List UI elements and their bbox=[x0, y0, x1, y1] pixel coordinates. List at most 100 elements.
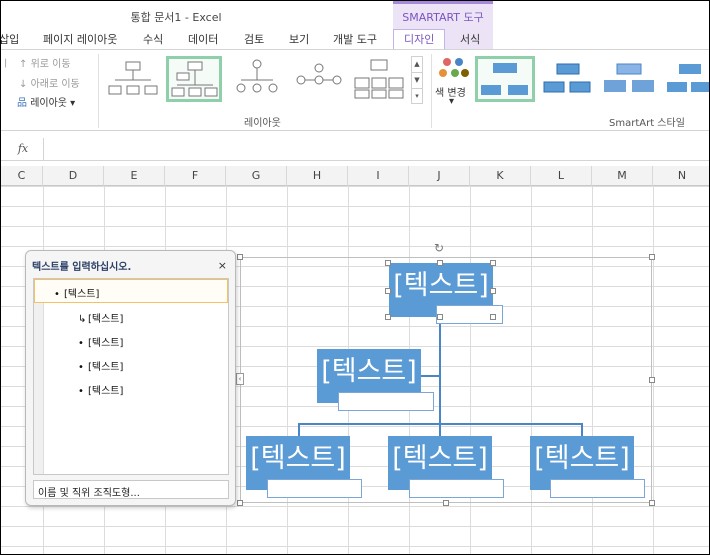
style-thumb-2[interactable] bbox=[539, 56, 595, 102]
indent-arrow-icon: ↳ bbox=[78, 314, 87, 325]
intense-style-icon bbox=[604, 63, 654, 92]
style-thumb-1-selected[interactable] bbox=[475, 56, 535, 102]
list-item[interactable]: ↳ [텍스트] bbox=[78, 310, 123, 325]
layout-thumb-3[interactable] bbox=[229, 56, 285, 102]
column-header[interactable]: N bbox=[653, 166, 709, 186]
resize-handle[interactable] bbox=[490, 260, 496, 266]
resize-handle[interactable] bbox=[237, 254, 243, 260]
tab-page-layout[interactable]: 페이지 레이아웃 bbox=[43, 31, 117, 47]
resize-handle[interactable] bbox=[443, 500, 449, 506]
org-chart-icon: 品 bbox=[17, 98, 31, 109]
connector-line bbox=[298, 423, 300, 437]
ribbon-left-edge: ㅣ bbox=[1, 59, 11, 70]
resize-handle[interactable] bbox=[490, 314, 496, 320]
smartart-tools-label: SMARTART 도구 bbox=[393, 1, 493, 29]
text-pane-gutter bbox=[34, 303, 44, 474]
column-header[interactable]: C bbox=[1, 166, 43, 186]
column-header[interactable]: F bbox=[165, 166, 226, 186]
dropdown-arrow-icon: ▾ bbox=[449, 96, 455, 107]
list-item[interactable]: • [텍스트] bbox=[78, 382, 123, 397]
gallery-expand-icon[interactable]: ▾ bbox=[412, 89, 422, 105]
ribbon-tabs: 삽입 페이지 레이아웃 수식 데이터 검토 보기 개발 도구 디자인 서식 bbox=[1, 29, 709, 50]
tab-data[interactable]: 데이터 bbox=[188, 31, 218, 47]
dropdown-arrow-icon: ▾ bbox=[67, 98, 76, 109]
column-header[interactable]: H bbox=[287, 166, 348, 186]
ribbon: ㅣ ↑ 위로 이동 ↓ 아래로 이동 品 레이아웃 ▾ ▲ ▼ ▾ 레이아웃 색… bbox=[1, 49, 709, 131]
layout-group-label: 레이아웃 bbox=[244, 118, 281, 129]
connector-line bbox=[420, 375, 441, 377]
resize-handle[interactable] bbox=[649, 377, 655, 383]
connector-line bbox=[581, 423, 583, 437]
tab-review[interactable]: 검토 bbox=[244, 31, 264, 47]
formula-input[interactable] bbox=[43, 138, 709, 160]
column-header[interactable]: G bbox=[226, 166, 287, 186]
arrow-up-icon: ↑ bbox=[19, 59, 31, 70]
resize-handle[interactable] bbox=[437, 260, 443, 266]
resize-handle[interactable] bbox=[385, 288, 391, 294]
circle-org-icon bbox=[296, 63, 342, 85]
layout-thumb-4[interactable] bbox=[291, 56, 347, 102]
insert-function-icon[interactable]: fx bbox=[9, 140, 37, 158]
smartart-text-pane: 텍스트를 입력하십시오. × • [텍스트] ↳ [텍스트] • [텍스트] • [텍스… bbox=[25, 250, 236, 506]
layout-gallery-scroll[interactable]: ▲ ▼ ▾ bbox=[411, 56, 423, 104]
list-item[interactable]: • [텍스트] bbox=[78, 334, 123, 349]
styles-group-label: SmartArt 스타일 bbox=[609, 118, 685, 129]
tab-design[interactable]: 디자인 bbox=[393, 29, 446, 50]
column-header[interactable]: K bbox=[470, 166, 531, 186]
layout-button[interactable]: 品 레이아웃 ▾ bbox=[17, 94, 75, 109]
text-pane-title: 텍스트를 입력하십시오. bbox=[32, 262, 132, 273]
move-down-button[interactable]: ↓ 아래로 이동 bbox=[19, 75, 80, 90]
title-box[interactable] bbox=[409, 479, 504, 498]
list-item[interactable]: • [텍스트] bbox=[54, 285, 99, 300]
formula-bar: fx bbox=[1, 137, 709, 161]
list-item[interactable]: • [텍스트] bbox=[78, 358, 123, 373]
title-bar: 통합 문서1 - Excel SMARTART 도구 bbox=[1, 1, 709, 29]
resize-handle[interactable] bbox=[237, 500, 243, 506]
labeled-hierarchy-icon bbox=[354, 59, 404, 99]
circle-hierarchy-icon bbox=[236, 59, 278, 93]
column-header[interactable]: E bbox=[104, 166, 165, 186]
tab-format[interactable]: 서식 bbox=[460, 31, 480, 47]
resize-handle[interactable] bbox=[649, 500, 655, 506]
resize-handle[interactable] bbox=[437, 314, 443, 320]
column-header[interactable]: D bbox=[43, 166, 104, 186]
resize-handle[interactable] bbox=[385, 314, 391, 320]
moderate-style-icon bbox=[543, 63, 591, 93]
title-box[interactable] bbox=[267, 479, 362, 498]
scroll-up-icon[interactable]: ▲ bbox=[412, 57, 422, 73]
layout-description-link[interactable]: 이름 및 직위 조직도형... bbox=[33, 480, 229, 499]
change-colors-button[interactable]: 색 변경 ▾ bbox=[435, 56, 473, 114]
org-chart-layout-icon bbox=[108, 61, 158, 95]
scroll-down-icon[interactable]: ▼ bbox=[412, 73, 422, 89]
layout-thumb-2-selected[interactable] bbox=[166, 56, 222, 102]
move-up-button[interactable]: ↑ 위로 이동 bbox=[19, 55, 71, 70]
close-icon[interactable]: × bbox=[218, 259, 227, 272]
tab-view[interactable]: 보기 bbox=[289, 31, 309, 47]
title-box[interactable] bbox=[338, 392, 434, 411]
bullet-icon: • bbox=[78, 362, 84, 373]
window-title: 통합 문서1 - Excel bbox=[130, 11, 222, 24]
style-preview-icon bbox=[667, 64, 709, 92]
tab-formulas[interactable]: 수식 bbox=[143, 31, 163, 47]
bullet-icon: • bbox=[54, 289, 60, 300]
column-header[interactable]: J bbox=[409, 166, 470, 186]
style-thumb-4[interactable] bbox=[663, 56, 709, 102]
layout-thumb-1[interactable] bbox=[105, 56, 161, 102]
column-header[interactable]: L bbox=[531, 166, 592, 186]
group-separator bbox=[431, 54, 432, 128]
excel-window: 통합 문서1 - Excel SMARTART 도구 삽입 페이지 레이아웃 수… bbox=[0, 0, 710, 555]
title-box[interactable] bbox=[550, 479, 645, 498]
column-header[interactable]: M bbox=[592, 166, 653, 186]
arrow-down-icon: ↓ bbox=[19, 79, 31, 90]
style-thumb-3[interactable] bbox=[601, 56, 657, 102]
layout-thumb-5[interactable] bbox=[351, 56, 407, 102]
resize-handle[interactable] bbox=[649, 254, 655, 260]
resize-handle[interactable] bbox=[490, 288, 496, 294]
flat-style-icon bbox=[481, 63, 528, 95]
tab-developer[interactable]: 개발 도구 bbox=[333, 31, 377, 47]
rotate-handle-icon[interactable]: ↻ bbox=[434, 241, 444, 255]
text-pane-toggle-icon[interactable]: ‹ bbox=[236, 373, 244, 385]
column-header[interactable]: I bbox=[348, 166, 409, 186]
tab-insert[interactable]: 삽입 bbox=[1, 31, 19, 47]
resize-handle[interactable] bbox=[385, 260, 391, 266]
